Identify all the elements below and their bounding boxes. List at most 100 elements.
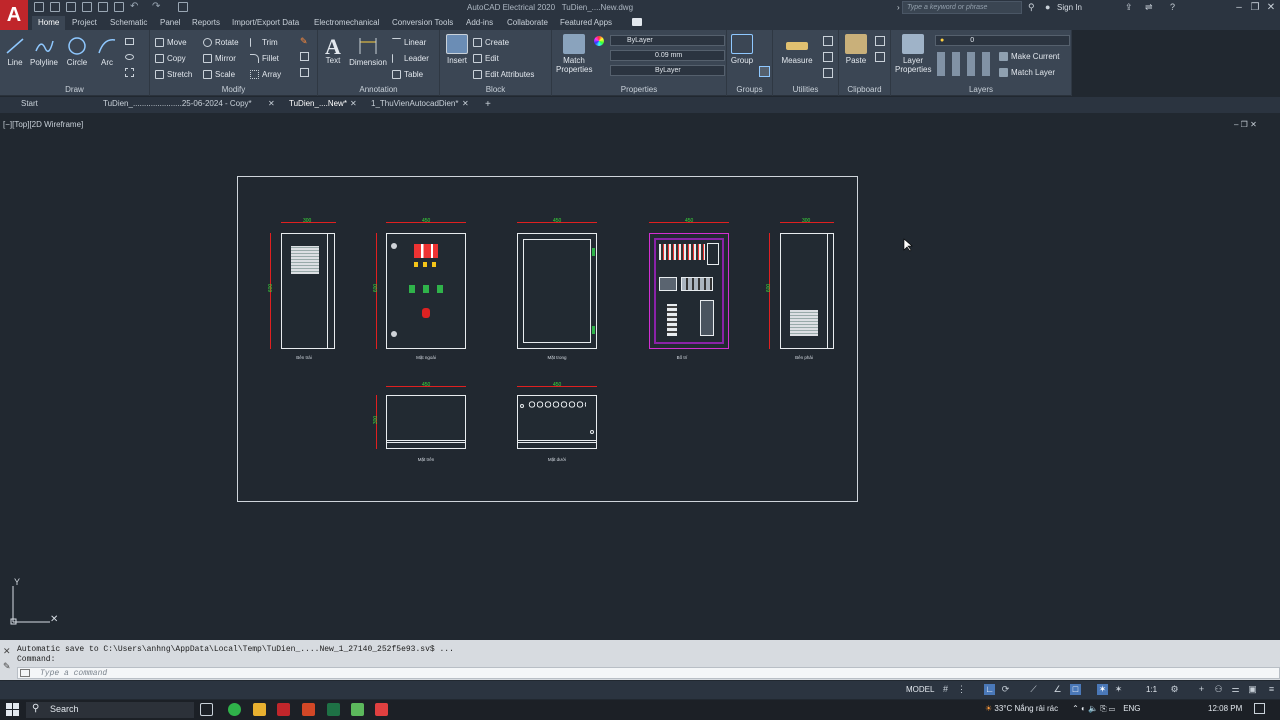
tab-featured-apps[interactable]: Featured Apps (554, 16, 618, 30)
ellipse-icon[interactable] (125, 54, 134, 60)
annotation-panel-label[interactable]: Annotation (318, 85, 439, 94)
create-block-button[interactable]: Create (473, 36, 509, 48)
panel-view-inside[interactable] (517, 233, 597, 349)
erase-icon[interactable]: ✎ (300, 36, 309, 46)
redo-icon[interactable]: ↷ (152, 1, 160, 12)
linetype-dropdown[interactable]: ByLayer (610, 65, 725, 76)
annotation-visibility-icon[interactable]: ✶ (1097, 684, 1108, 695)
list-icon[interactable] (823, 68, 833, 78)
color-wheel-icon[interactable] (594, 36, 604, 46)
notification-icon[interactable] (1254, 703, 1265, 714)
grid-icon[interactable]: # (940, 684, 951, 695)
clipboard-panel-label[interactable]: Clipboard (839, 85, 890, 94)
polar-icon[interactable]: ⟳ (1000, 684, 1011, 695)
doc-tab-start[interactable]: Start (21, 99, 38, 111)
table-button[interactable]: Table (392, 68, 423, 80)
task-view-icon[interactable] (200, 703, 213, 716)
model-space-toggle[interactable]: MODEL (906, 685, 934, 694)
restore-icon[interactable]: ❐ (1248, 2, 1262, 14)
hatch-icon[interactable] (125, 68, 134, 77)
quick-calc-icon[interactable] (823, 36, 833, 46)
gear-icon[interactable]: ⚙ (1169, 684, 1180, 695)
scale-button[interactable]: Scale (203, 68, 235, 80)
match-properties-button[interactable]: Match Properties (556, 34, 592, 74)
utilities-panel-label[interactable]: Utilities (773, 85, 838, 94)
offset-icon[interactable] (300, 68, 309, 77)
close-icon[interactable]: ✕ (350, 99, 357, 111)
doc-tab-library[interactable]: 1_ThuVienAutocadDien* (371, 99, 458, 111)
layer-tools-icon[interactable] (937, 52, 995, 76)
excel-icon[interactable] (327, 703, 340, 716)
new-tab-icon[interactable]: + (485, 99, 491, 111)
ribbon-toggle-icon[interactable] (632, 18, 642, 26)
paste-button[interactable]: Paste (843, 34, 869, 65)
panel-view-right-side[interactable] (780, 233, 834, 349)
array-button[interactable]: Array (250, 68, 281, 80)
auto-scale-icon[interactable]: ✶ (1113, 684, 1124, 695)
rotate-button[interactable]: Rotate (203, 36, 239, 48)
tab-project[interactable]: Project (66, 16, 103, 30)
print-icon[interactable] (178, 2, 188, 12)
properties-panel-label[interactable]: Properties (552, 85, 726, 94)
undo-icon[interactable]: ↶ (130, 1, 138, 12)
plus-icon[interactable]: + (1196, 684, 1207, 695)
ortho-icon[interactable]: ∟ (984, 684, 995, 695)
mirror-button[interactable]: Mirror (203, 52, 236, 64)
help-icon[interactable]: ? (1170, 2, 1175, 12)
new-file-icon[interactable] (34, 2, 44, 12)
color-dropdown[interactable]: ByLayer (610, 35, 725, 46)
close-icon[interactable]: ✕ (268, 99, 275, 111)
layer-properties-button[interactable]: Layer Properties (895, 34, 931, 74)
stretch-button[interactable]: Stretch (155, 68, 192, 80)
minimize-icon[interactable]: – (1232, 2, 1246, 14)
binoculars-icon[interactable]: ⚲ (1028, 2, 1035, 13)
circle-button[interactable]: Circle (64, 36, 90, 67)
powerpoint-icon[interactable] (302, 703, 315, 716)
panel-view-front[interactable] (386, 233, 466, 349)
measure-button[interactable]: Measure (779, 36, 815, 65)
command-prompt-icon[interactable] (20, 669, 30, 677)
layers-panel-label[interactable]: Layers (891, 85, 1071, 94)
trim-button[interactable]: Trim (250, 36, 278, 48)
line-button[interactable]: Line (4, 36, 26, 67)
group-button[interactable]: Group (729, 34, 755, 65)
clock[interactable]: 12:08 PM (1208, 704, 1242, 713)
tab-conversion-tools[interactable]: Conversion Tools (386, 16, 459, 30)
group-select-icon[interactable] (759, 66, 770, 77)
exchange-icon[interactable]: ⇌ (1145, 2, 1153, 13)
command-input[interactable]: Type a command (17, 667, 1280, 679)
tab-add-ins[interactable]: Add-ins (460, 16, 499, 30)
explode-icon[interactable] (300, 52, 309, 61)
sign-in-link[interactable]: Sign In (1057, 3, 1082, 12)
cart-icon[interactable]: ⇪ (1125, 2, 1133, 13)
copy-button[interactable]: Copy (155, 52, 186, 64)
file-explorer-icon[interactable] (253, 703, 266, 716)
menu-icon[interactable]: ≡ (1266, 684, 1277, 695)
camtasia-icon[interactable] (351, 703, 364, 716)
osnap-icon[interactable]: □ (1070, 684, 1081, 695)
rectangle-icon[interactable] (125, 38, 134, 45)
doc-tab-copy[interactable]: TuDien_......................25-06-2024 … (103, 99, 252, 111)
wrench-icon[interactable]: ✎ (3, 661, 11, 672)
edit-block-button[interactable]: Edit (473, 52, 499, 64)
draw-panel-label[interactable]: Draw (0, 85, 149, 94)
hardware-accel-icon[interactable]: ⚌ (1230, 684, 1241, 695)
close-icon[interactable]: ✕ (3, 646, 11, 657)
recorder-icon[interactable] (375, 703, 388, 716)
isolate-icon[interactable]: ⚇ (1213, 684, 1224, 695)
plot-icon[interactable] (114, 2, 124, 12)
tab-import-export[interactable]: Import/Export Data (226, 16, 305, 30)
chevron-right-icon[interactable]: › (897, 3, 900, 12)
arc-button[interactable]: Arc (96, 36, 118, 67)
insert-button[interactable]: Insert (444, 34, 470, 65)
leader-button[interactable]: Leader (392, 52, 429, 64)
match-layer-button[interactable]: Match Layer (999, 66, 1055, 78)
panel-view-bottom[interactable] (517, 395, 597, 449)
tab-reports[interactable]: Reports (186, 16, 226, 30)
linear-button[interactable]: Linear (392, 36, 426, 48)
id-point-icon[interactable] (823, 52, 833, 62)
annotation-scale[interactable]: 1:1 (1146, 685, 1157, 694)
groups-panel-label[interactable]: Groups (727, 85, 772, 94)
text-button[interactable]: A Text (322, 34, 344, 65)
chrome-icon[interactable] (228, 703, 241, 716)
